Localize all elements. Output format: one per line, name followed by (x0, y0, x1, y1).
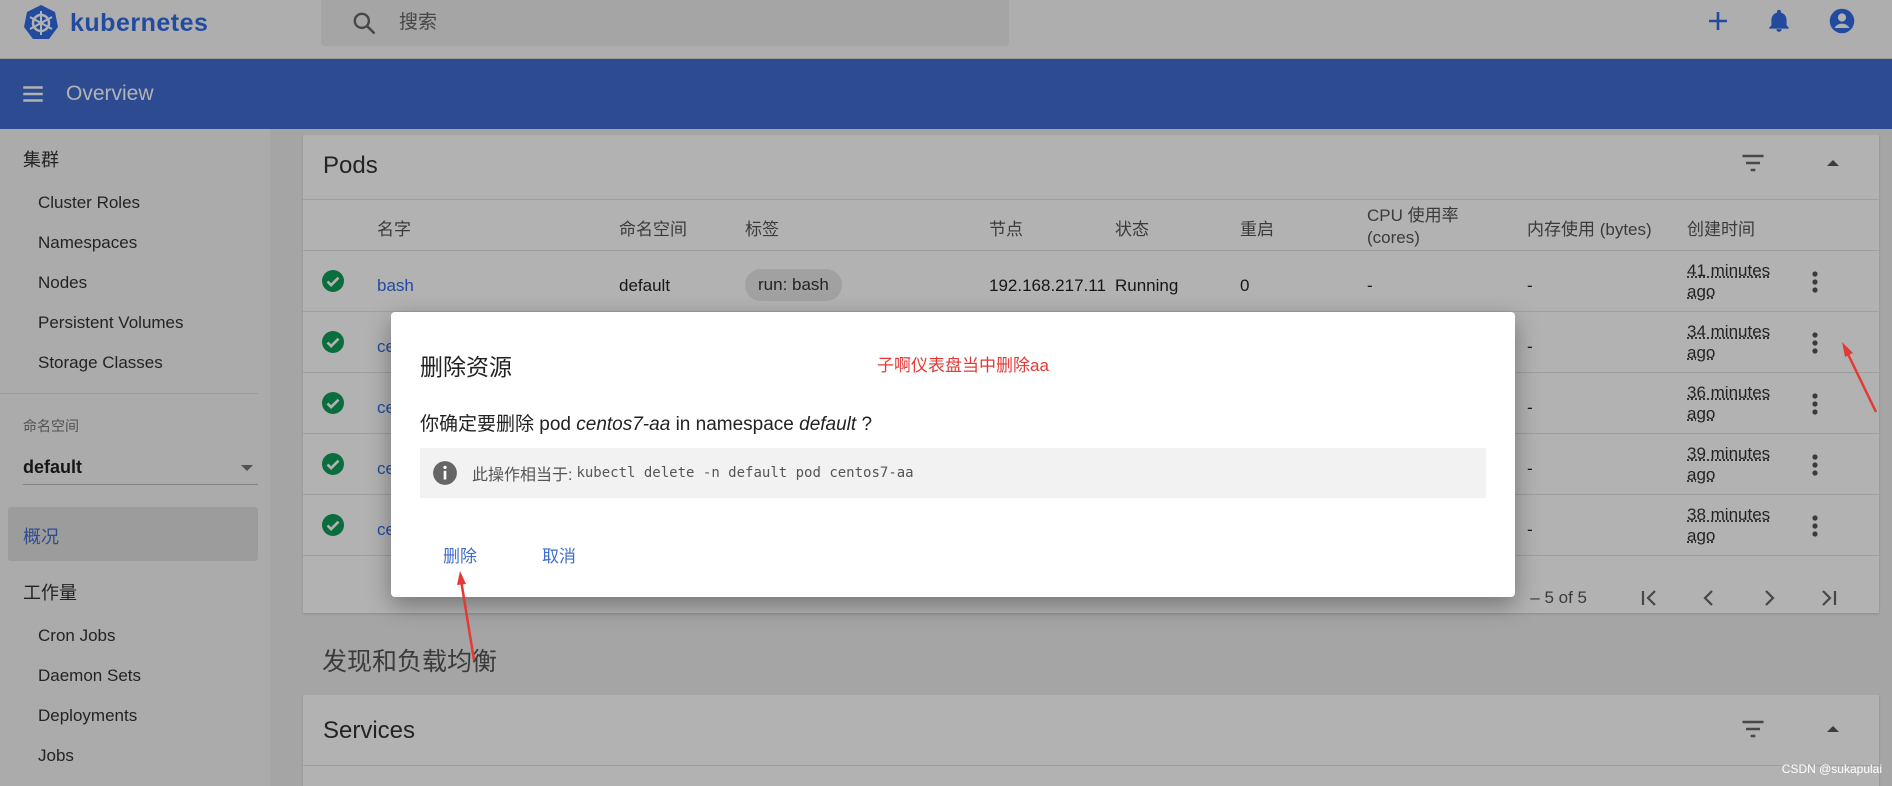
info-icon (432, 460, 458, 486)
info-label: 此操作相当于: (472, 461, 572, 485)
cancel-button[interactable]: 取消 (542, 542, 576, 567)
dialog-message-suffix: ? (856, 414, 872, 435)
dialog-message-middle: in namespace (676, 414, 794, 435)
kubectl-command: kubectl delete -n default pod centos7-aa (576, 465, 913, 481)
dialog-pod-name: centos7-aa (576, 414, 670, 435)
dialog-message-prefix: 你确定要删除 pod (420, 414, 571, 435)
dialog-namespace: default (799, 414, 856, 435)
dialog-title: 删除资源 (420, 348, 512, 382)
command-info-box: 此操作相当于: kubectl delete -n default pod ce… (420, 448, 1486, 498)
watermark: CSDN @sukapulai (1782, 762, 1882, 776)
delete-resource-dialog: 删除资源 子啊仪表盘当中删除aa 你确定要删除 pod centos7-aa i… (391, 312, 1515, 597)
annotation-note: 子啊仪表盘当中删除aa (877, 351, 1049, 376)
delete-button[interactable]: 删除 (443, 542, 477, 567)
dialog-message: 你确定要删除 pod centos7-aa in namespace defau… (420, 409, 872, 436)
